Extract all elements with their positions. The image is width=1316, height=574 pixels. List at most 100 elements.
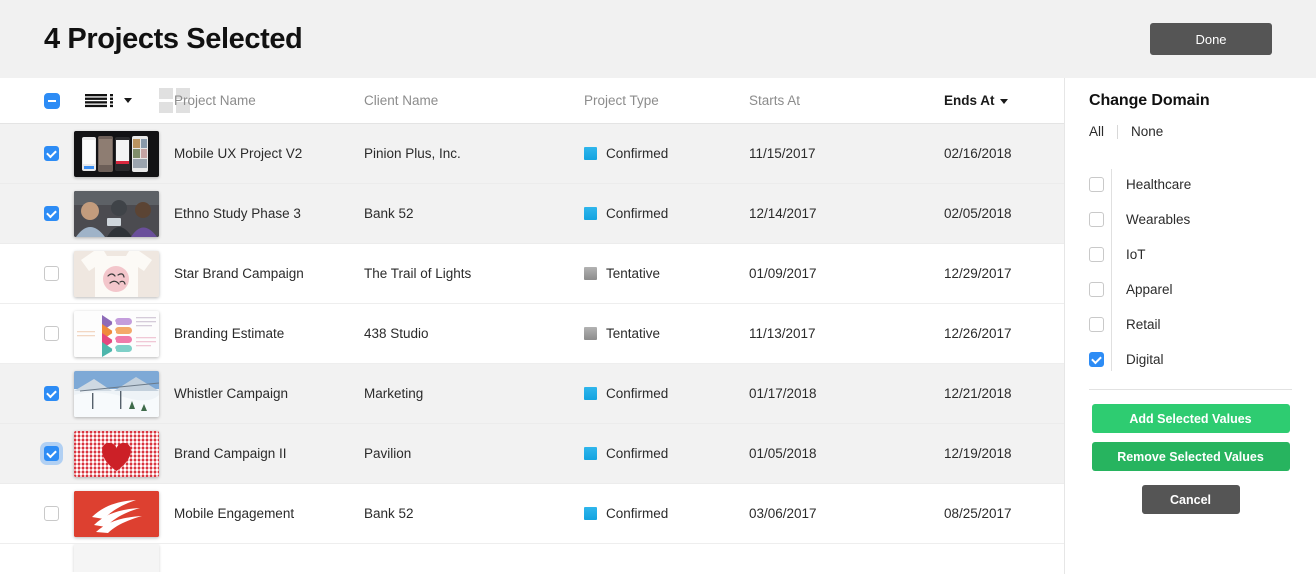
project-thumbnail[interactable] (74, 310, 159, 357)
row-select-checkbox[interactable] (44, 446, 59, 461)
cell-project-name: Mobile UX Project V2 (174, 146, 303, 161)
cell-project-name: Star Brand Campaign (174, 266, 304, 281)
domain-list-item[interactable]: IoT (1089, 237, 1292, 272)
column-header-project-name[interactable]: Project Name (174, 93, 364, 108)
table-row[interactable]: Whistler Campaign Marketing Confirmed 01/17… (0, 364, 1064, 424)
cell-ends-at: 12/26/2017 (944, 326, 1012, 341)
cell-client-name: 438 Studio (364, 326, 429, 341)
domain-checkbox[interactable] (1089, 317, 1104, 332)
column-header-project-type[interactable]: Project Type (584, 93, 749, 108)
domain-list-item[interactable]: Retail (1089, 307, 1292, 342)
column-header-ends-at[interactable]: Ends At (944, 93, 1064, 108)
page-title: 4 Projects Selected (44, 22, 303, 55)
row-checkbox-cell (44, 506, 74, 521)
list-view-icon[interactable] (85, 93, 132, 109)
cell-client-name: Pavilion (364, 446, 412, 461)
row-thumbnail-cell (74, 544, 174, 572)
row-thumbnail-cell (74, 250, 174, 297)
domain-label: Apparel (1126, 282, 1173, 297)
project-type-swatch-icon (584, 387, 597, 400)
table-row[interactable]: Mobile Engagement Bank 52 Confirmed 03/06/2… (0, 484, 1064, 544)
table-row[interactable]: Mobile UX Project V2 Pinion Plus, Inc. Con… (0, 124, 1064, 184)
column-header-client-name[interactable]: Client Name (364, 93, 584, 108)
table-row[interactable]: Brand Campaign II Pavilion Confirmed 01/05/… (0, 424, 1064, 484)
domain-list-item[interactable]: Digital (1089, 342, 1292, 377)
row-checkbox-cell (44, 386, 74, 401)
cell-project-name: Brand Campaign II (174, 446, 287, 461)
remove-selected-values-button[interactable]: Remove Selected Values (1091, 442, 1290, 471)
domain-checkbox[interactable] (1089, 247, 1104, 262)
project-type-swatch-icon (584, 327, 597, 340)
domain-label: IoT (1126, 247, 1146, 262)
panel-title: Change Domain (1089, 92, 1210, 109)
domain-label: Healthcare (1126, 177, 1192, 192)
cell-project-name: Ethno Study Phase 3 (174, 206, 301, 221)
domain-checkbox[interactable] (1089, 282, 1104, 297)
cell-starts-at: 12/14/2017 (749, 206, 817, 221)
project-thumbnail[interactable] (74, 544, 159, 572)
cell-ends-at: 02/05/2018 (944, 206, 1012, 221)
row-select-checkbox[interactable] (44, 266, 59, 281)
cell-ends-at: 12/21/2018 (944, 386, 1012, 401)
cell-project-type-label: Confirmed (606, 506, 669, 521)
row-thumbnail-cell (74, 430, 174, 477)
domain-list-item[interactable]: Apparel (1089, 272, 1292, 307)
project-type-swatch-icon (584, 147, 597, 160)
cell-project-type-label: Tentative (606, 326, 661, 341)
table-row[interactable]: Ethno Study Phase 3 Bank 52 Confirmed 12/14… (0, 184, 1064, 244)
select-none-link[interactable]: None (1131, 124, 1163, 139)
project-thumbnail[interactable] (74, 250, 159, 297)
cell-ends-at: 12/19/2018 (944, 446, 1012, 461)
select-all-checkbox[interactable] (44, 92, 60, 109)
domain-label: Retail (1126, 317, 1161, 332)
project-thumbnail[interactable] (74, 490, 159, 537)
done-button[interactable]: Done (1150, 23, 1272, 55)
column-header-starts-at[interactable]: Starts At (749, 93, 944, 108)
row-checkbox-cell (44, 206, 74, 221)
domain-list-item[interactable]: Healthcare (1089, 167, 1292, 202)
row-select-checkbox[interactable] (44, 146, 59, 161)
domain-list-item[interactable]: Wearables (1089, 202, 1292, 237)
project-thumbnail[interactable] (74, 370, 159, 417)
project-thumbnail[interactable] (74, 130, 159, 177)
select-all-none-controls: All None (1089, 124, 1292, 139)
panel-action-buttons: Add Selected Values Remove Selected Valu… (1089, 404, 1292, 514)
domain-checkbox[interactable] (1089, 177, 1104, 192)
row-checkbox-cell (44, 326, 74, 341)
row-checkbox-cell (44, 266, 74, 281)
domain-checkbox-list: Healthcare Wearables IoT Apparel Retail Digit… (1089, 167, 1292, 377)
panel-divider (1089, 389, 1292, 390)
cancel-button[interactable]: Cancel (1141, 485, 1240, 514)
select-all-cell (44, 92, 74, 109)
cell-starts-at: 03/06/2017 (749, 506, 817, 521)
cell-client-name: Marketing (364, 386, 424, 401)
table-row[interactable]: Branding Estimate 438 Studio Tentative 11/1… (0, 304, 1064, 364)
project-thumbnail[interactable] (74, 430, 159, 477)
domain-checkbox[interactable] (1089, 212, 1104, 227)
cell-project-type-label: Confirmed (606, 446, 669, 461)
change-domain-panel: Change Domain All None Healthcare Wearabl… (1064, 78, 1316, 574)
divider (1117, 124, 1119, 139)
row-select-checkbox[interactable] (44, 506, 59, 521)
cell-project-type: Confirmed (584, 386, 749, 401)
row-select-checkbox[interactable] (44, 326, 59, 341)
cell-starts-at: 01/09/2017 (749, 266, 817, 281)
cell-project-type: Tentative (584, 326, 749, 341)
cell-project-type: Tentative (584, 266, 749, 281)
domain-checkbox[interactable] (1089, 352, 1104, 367)
table-header-row: Project Name Client Name Project Type St… (0, 78, 1064, 124)
cell-project-type-label: Confirmed (606, 206, 669, 221)
row-thumbnail-cell (74, 190, 174, 237)
row-select-checkbox[interactable] (44, 206, 59, 221)
cell-starts-at: 11/13/2017 (749, 326, 816, 341)
cell-project-name: Branding Estimate (174, 326, 285, 341)
table-body: Mobile UX Project V2 Pinion Plus, Inc. Con… (0, 124, 1064, 544)
select-all-link[interactable]: All (1089, 124, 1104, 139)
cell-ends-at: 08/25/2017 (944, 506, 1012, 521)
projects-selection-screen: 4 Projects Selected Done Project Name Cl… (0, 0, 1316, 574)
project-type-swatch-icon (584, 267, 597, 280)
project-thumbnail[interactable] (74, 190, 159, 237)
row-select-checkbox[interactable] (44, 386, 59, 401)
add-selected-values-button[interactable]: Add Selected Values (1091, 404, 1290, 433)
table-row[interactable]: Star Brand Campaign The Trail of Lights Te… (0, 244, 1064, 304)
